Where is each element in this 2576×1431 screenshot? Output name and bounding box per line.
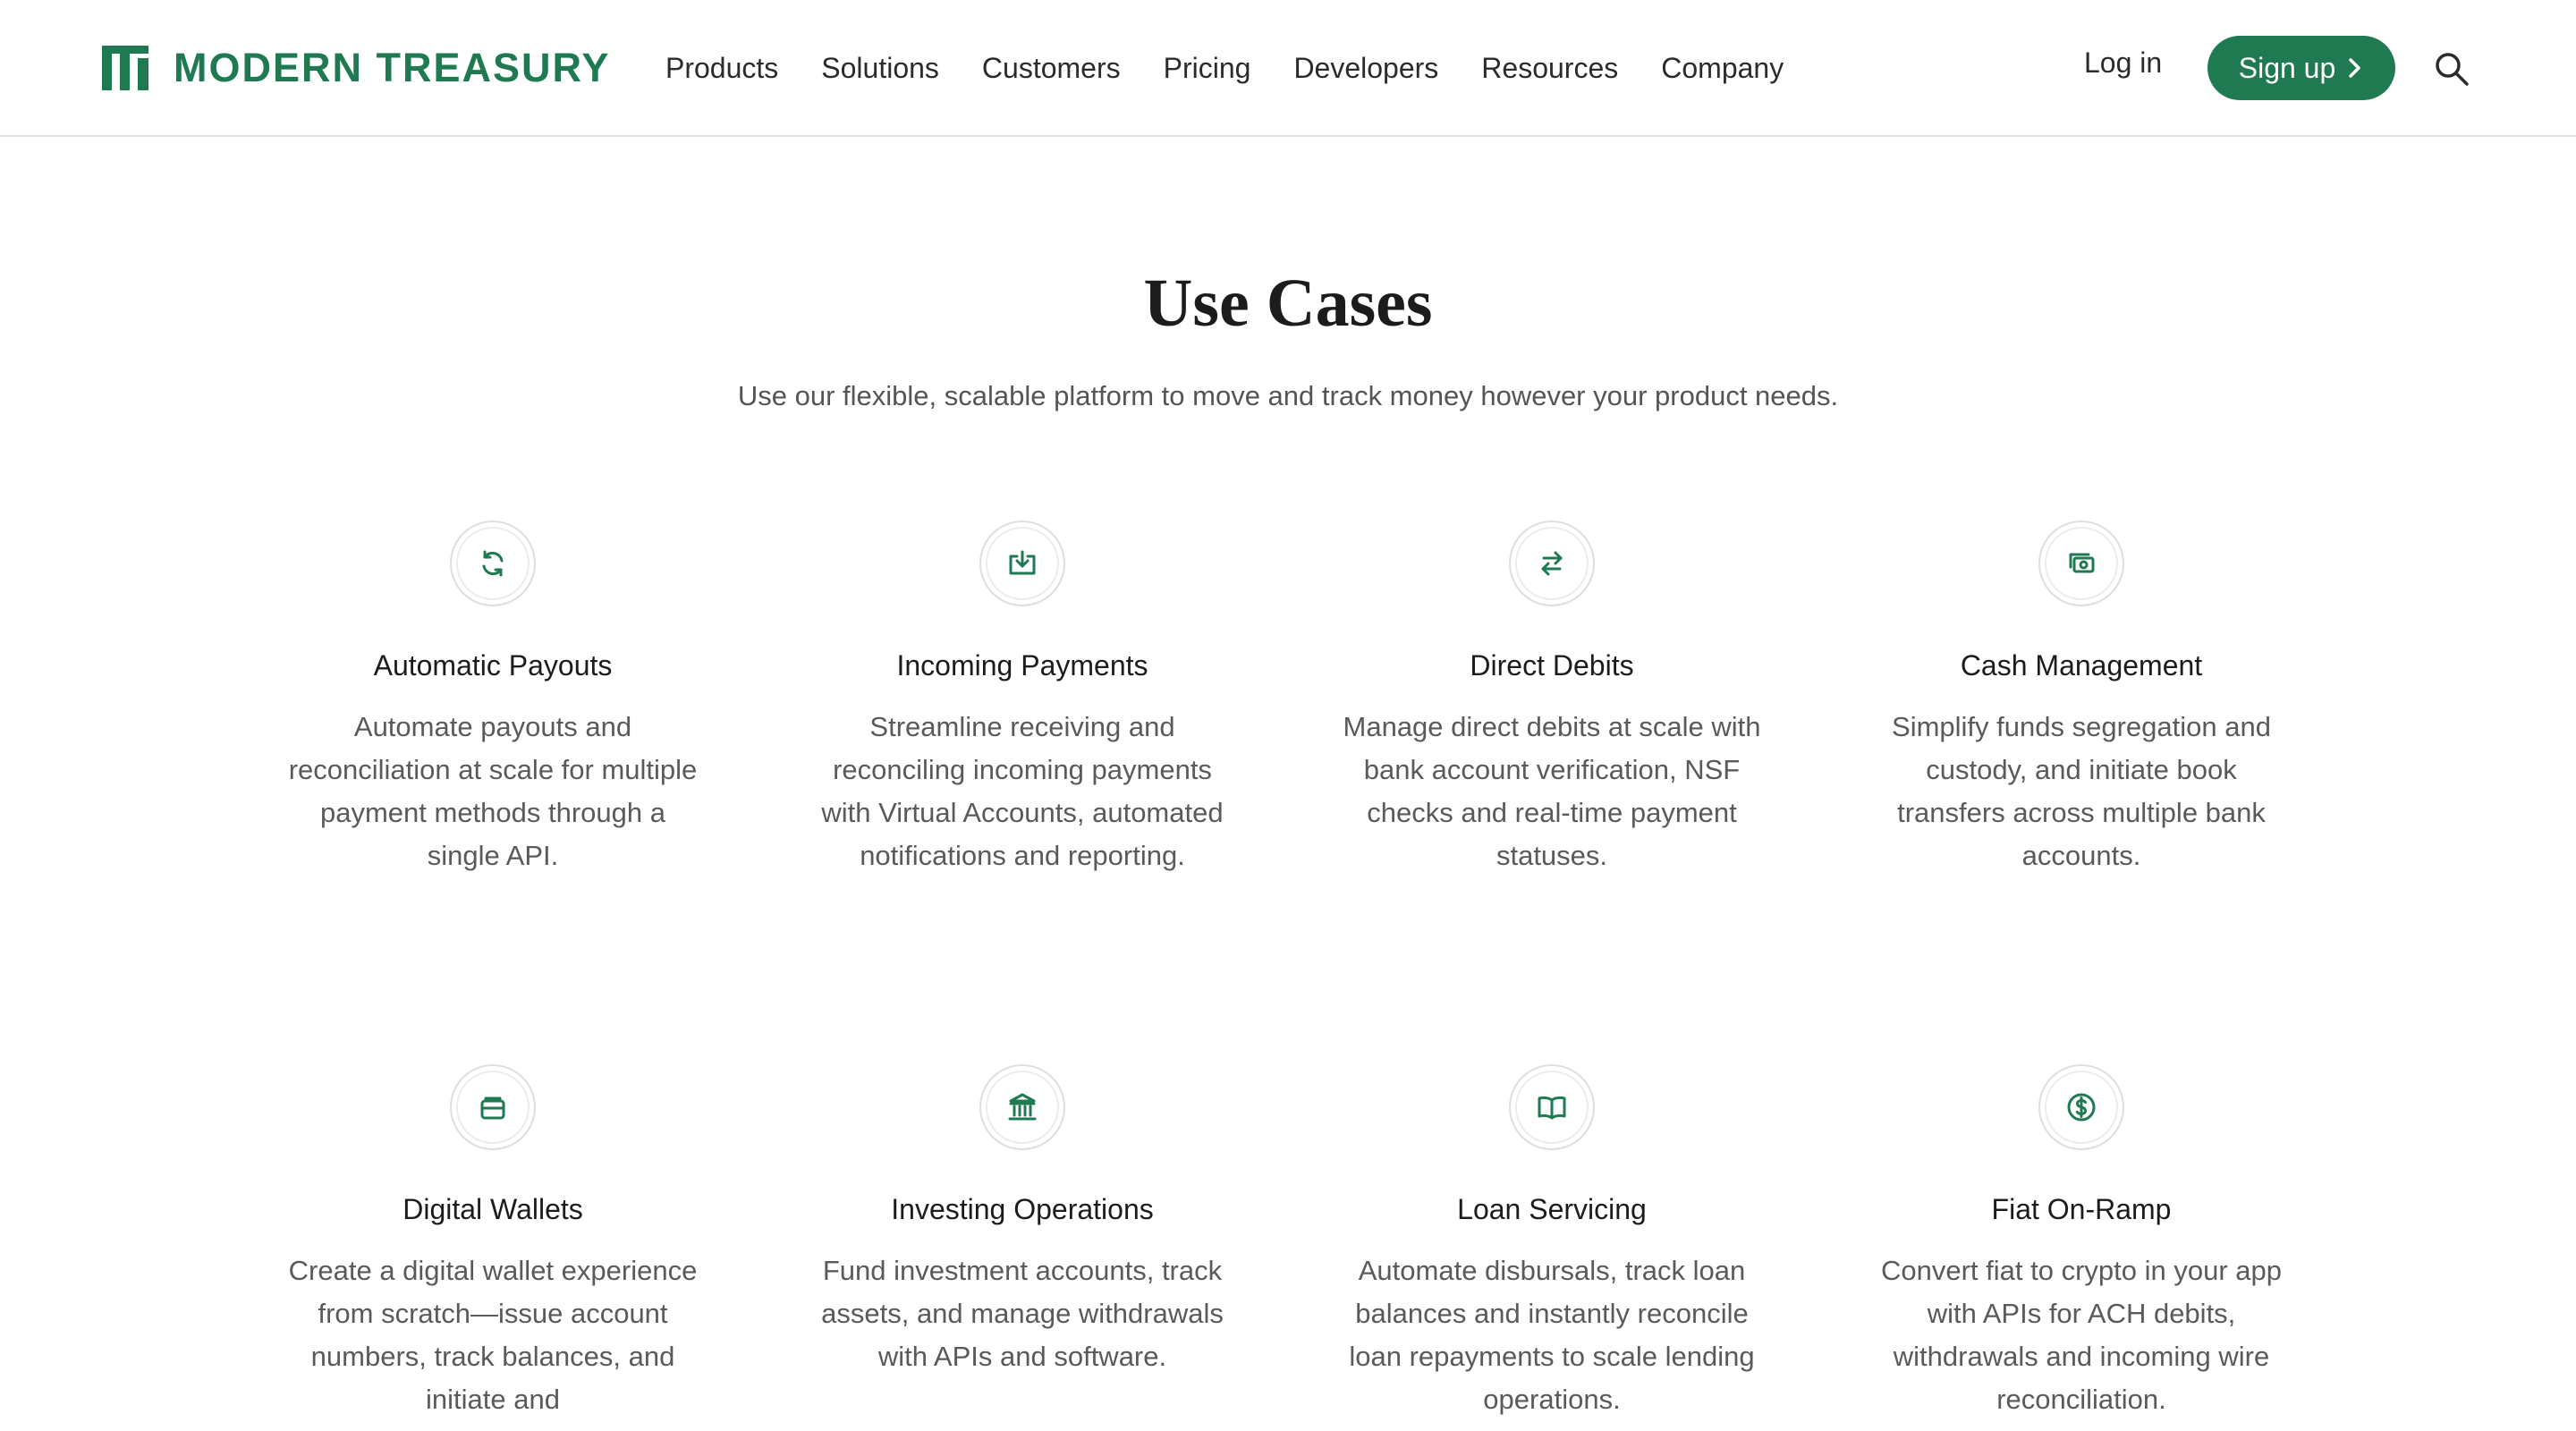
use-case-description: Automate payouts and reconciliation at s…: [288, 711, 698, 871]
use-case-description: Fund investment accounts, track assets, …: [821, 1255, 1224, 1372]
chevron-right-icon: [2349, 58, 2361, 78]
nav-item-company[interactable]: Company: [1661, 52, 1784, 85]
use-case-title: Incoming Payments: [896, 649, 1148, 682]
use-case-description: Create a digital wallet experience from …: [288, 1255, 698, 1415]
signup-button[interactable]: Sign up: [2207, 36, 2395, 100]
use-case-title: Direct Debits: [1470, 649, 1634, 682]
use-case-card-automatic-payouts[interactable]: Automatic Payouts Automate payouts and r…: [278, 521, 708, 877]
use-case-description: Convert fiat to crypto in your app with …: [1880, 1255, 2282, 1415]
site-header: MODERN TREASURY Products Solutions Custo…: [0, 0, 2576, 137]
icon-badge: [450, 1064, 536, 1150]
use-case-title: Automatic Payouts: [373, 649, 613, 682]
use-case-description: Streamline receiving and reconciling inc…: [821, 711, 1224, 871]
login-link[interactable]: Log in: [2084, 47, 2162, 80]
icon-badge: [979, 1064, 1065, 1150]
icon-badge: [2038, 1064, 2124, 1150]
transfer-arrows-icon: [1541, 551, 1563, 576]
section-subtitle: Use our flexible, scalable platform to m…: [737, 380, 1839, 411]
signup-button-label: Sign up: [2238, 51, 2336, 84]
refresh-icon: [482, 550, 504, 577]
use-case-card-incoming-payments[interactable]: Incoming Payments Streamline receiving a…: [808, 521, 1237, 877]
use-case-title: Loan Servicing: [1457, 1193, 1647, 1225]
use-case-description: Automate disbursals, track loan balances…: [1349, 1255, 1755, 1415]
use-case-title: Investing Operations: [891, 1193, 1154, 1225]
use-case-card-cash-management[interactable]: Cash Management Simplify funds segregati…: [1867, 521, 2296, 877]
nav-item-pricing[interactable]: Pricing: [1164, 52, 1251, 85]
use-case-card-loan-servicing[interactable]: Loan Servicing Automate disbursals, trac…: [1337, 1064, 1767, 1421]
icon-badge: [450, 521, 536, 606]
use-case-card-digital-wallets[interactable]: Digital Wallets Create a digital wallet …: [278, 1064, 708, 1421]
brand-logo[interactable]: MODERN TREASURY: [102, 43, 610, 93]
use-case-card-direct-debits[interactable]: Direct Debits Manage direct debits at sc…: [1337, 521, 1767, 877]
nav-item-products[interactable]: Products: [665, 52, 778, 85]
use-case-card-investing-operations[interactable]: Investing Operations Fund investment acc…: [808, 1064, 1237, 1378]
nav-item-resources[interactable]: Resources: [1481, 52, 1618, 85]
search-icon[interactable]: [2433, 50, 2470, 88]
cash-icon: [2069, 553, 2095, 573]
use-case-description: Manage direct debits at scale with bank …: [1343, 711, 1761, 871]
nav-item-developers[interactable]: Developers: [1293, 52, 1438, 85]
modern-treasury-logo-icon: [102, 46, 148, 90]
brand-name: MODERN TREASURY: [174, 45, 611, 90]
use-case-title: Fiat On-Ramp: [1991, 1193, 2172, 1225]
open-book-icon: [1538, 1096, 1566, 1120]
icon-badge: [1509, 521, 1595, 606]
bank-building-icon: [1008, 1093, 1037, 1121]
wallet-icon: [480, 1097, 505, 1120]
icon-badge: [1509, 1064, 1595, 1150]
use-case-title: Cash Management: [1960, 649, 2203, 682]
use-case-title: Digital Wallets: [402, 1193, 583, 1225]
use-case-card-fiat-on-ramp[interactable]: Fiat On-Ramp Convert fiat to crypto in y…: [1867, 1064, 2296, 1421]
main-nav: Products Solutions Customers Pricing Dev…: [665, 45, 1784, 91]
use-case-description: Simplify funds segregation and custody, …: [1892, 711, 2271, 871]
icon-badge: [2038, 521, 2124, 606]
section-title: Use Cases: [1143, 266, 1433, 341]
inbox-download-icon: [1009, 550, 1036, 575]
nav-item-solutions[interactable]: Solutions: [821, 52, 939, 85]
nav-item-customers[interactable]: Customers: [982, 52, 1121, 85]
icon-badge: [979, 521, 1065, 606]
dollar-coin-icon: [2067, 1093, 2096, 1122]
